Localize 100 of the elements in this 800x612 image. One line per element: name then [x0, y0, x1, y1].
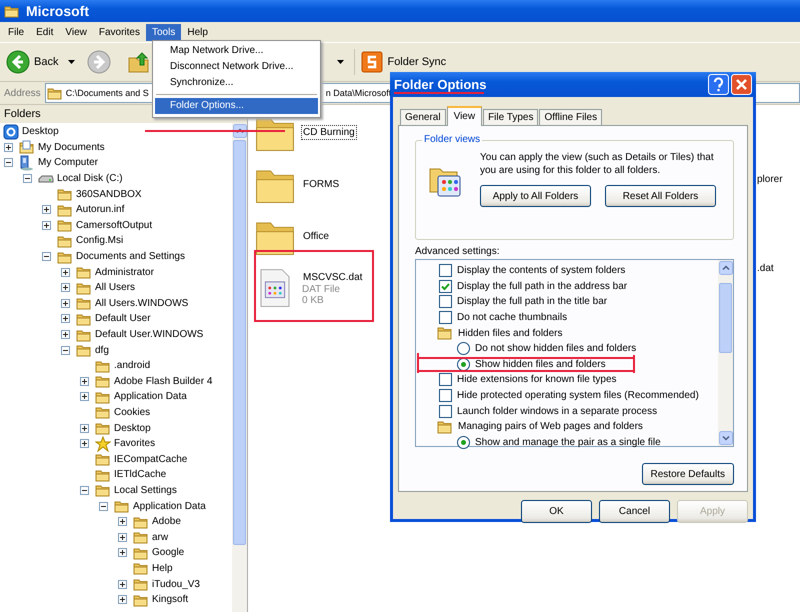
file-name[interactable]: .dat [757, 263, 800, 274]
tree-item[interactable]: iTudou_V3 [152, 578, 200, 590]
tree-item[interactable]: IECompatCache [114, 454, 188, 465]
checkbox[interactable] [439, 404, 452, 418]
folder-icon [437, 326, 453, 340]
radio-button[interactable] [457, 436, 470, 449]
tab[interactable]: File Types [483, 109, 538, 125]
tree-item[interactable]: Default User [95, 313, 151, 324]
address-text: n Data\Microsoft [326, 88, 392, 98]
file-size: 0 KB [302, 294, 325, 306]
tree-item[interactable]: Documents and Settings [76, 251, 185, 262]
dialog-title: Folder Options [394, 77, 488, 92]
s-icon [361, 51, 384, 73]
tree-item[interactable]: All Users [95, 282, 136, 294]
folder-view-button[interactable]: Apply to All Folders [480, 185, 591, 207]
setting-label[interactable]: Do not show hidden files and folders [475, 343, 636, 354]
caret-icon[interactable] [337, 60, 344, 64]
tree-item[interactable]: Adobe Flash Builder 4 [114, 376, 212, 387]
radio-button[interactable] [457, 358, 470, 371]
tree-item[interactable]: Desktop [114, 422, 151, 434]
close-icon[interactable] [731, 74, 752, 95]
setting-label[interactable]: Launch folder windows in a separate process [457, 406, 658, 417]
menu-item[interactable]: Favorites [92, 24, 146, 40]
scrollbar[interactable] [718, 260, 733, 446]
tree-item[interactable]: Desktop [22, 126, 59, 138]
setting-label[interactable]: Do not cache thumbnails [457, 312, 568, 324]
file-name[interactable]: MSCVSC.dat [302, 270, 364, 284]
tree-item[interactable]: dfg [95, 344, 109, 356]
menu-item[interactable]: Help [181, 24, 214, 40]
restore-defaults-button[interactable]: Restore Defaults [642, 463, 734, 485]
caret-icon[interactable] [68, 60, 76, 64]
menu-item[interactable]: Map Network Drive... [155, 43, 318, 59]
setting-label[interactable]: Display the full path in the title bar [457, 296, 608, 308]
tree-item[interactable]: Administrator [95, 266, 154, 278]
window-title: Microsoft [26, 3, 89, 19]
menu-item[interactable]: Folder Options... [155, 98, 318, 114]
file-type: DAT File [302, 284, 341, 294]
tree-item[interactable]: CamersoftOutput [76, 220, 152, 231]
back-button[interactable]: Back [4, 48, 60, 76]
checkbox[interactable] [439, 280, 452, 293]
tree-item[interactable]: Cookies [114, 406, 150, 418]
tree-item[interactable]: Google [152, 547, 184, 558]
pane-title: Folders [4, 108, 41, 120]
checkbox[interactable] [439, 389, 452, 402]
tree-item[interactable]: Help [152, 562, 173, 574]
up-folder-icon[interactable] [127, 50, 152, 74]
tree-item[interactable]: Local Settings [114, 484, 177, 496]
tree-item[interactable]: arw [152, 532, 168, 543]
setting-label: Managing pairs of Web pages and folders [458, 421, 643, 432]
tree-item[interactable]: All Users.WINDOWS [95, 298, 188, 309]
file-name[interactable]: plorer [757, 174, 800, 185]
menu-item[interactable]: Synchronize... [155, 75, 318, 91]
setting-label[interactable]: Hide extensions for known file types [457, 374, 617, 386]
scroll-down-icon[interactable] [718, 431, 732, 445]
tree-item[interactable]: Default User.WINDOWS [95, 329, 204, 340]
dialog-button[interactable]: OK [521, 500, 592, 523]
scroll-up-icon[interactable] [718, 261, 732, 275]
checkbox[interactable] [439, 264, 452, 278]
tab[interactable]: General [400, 109, 446, 125]
scrollbar[interactable] [232, 123, 247, 612]
tab[interactable]: View [446, 106, 482, 126]
help-icon[interactable] [708, 74, 729, 95]
tree-item[interactable]: Autorun.inf [76, 204, 124, 216]
menu-item[interactable]: Tools [146, 24, 182, 40]
description-text: You can apply the view (such as Details or Tiles) that you are using for this folder to all folders. [480, 151, 715, 177]
tab[interactable]: Offline Files [539, 109, 602, 125]
tree-item[interactable]: Config.Msi [76, 235, 124, 246]
checkbox[interactable] [439, 311, 452, 324]
menu-item[interactable]: File [2, 24, 30, 40]
tree-item[interactable]: Application Data [114, 391, 187, 402]
address-label: Address [4, 88, 41, 98]
scroll-thumb[interactable] [719, 283, 732, 353]
setting-label[interactable]: Display the full path in the address bar [457, 280, 628, 292]
tree-item[interactable]: Kingsoft [152, 594, 188, 606]
checkbox[interactable] [439, 373, 452, 386]
file-name[interactable]: Office [302, 230, 330, 242]
tree-item[interactable]: Local Disk (C:) [57, 173, 123, 184]
setting-label[interactable]: Show hidden files and folders [475, 358, 606, 370]
tree-item[interactable]: 360SANDBOX [76, 188, 142, 200]
radio-button[interactable] [457, 342, 470, 356]
folder-view-button[interactable]: Reset All Folders [605, 185, 716, 207]
menu-item[interactable]: View [59, 24, 93, 40]
tree-item[interactable]: Favorites [114, 438, 156, 450]
file-name[interactable]: CD Burning [302, 126, 356, 138]
tree-item[interactable]: Application Data [133, 500, 206, 512]
section-label: Advanced settings: [415, 246, 500, 257]
setting-label[interactable]: Display the contents of system folders [457, 265, 626, 276]
tree-item[interactable]: My Computer [38, 157, 98, 168]
tree-item[interactable]: .android [114, 360, 150, 372]
tree-item[interactable]: Adobe [152, 516, 181, 528]
setting-label[interactable]: Hide protected operating system files (Recommended) [457, 390, 699, 402]
menu-item[interactable]: Edit [30, 24, 60, 40]
scroll-thumb[interactable] [233, 140, 246, 545]
dialog-button[interactable]: Cancel [599, 500, 670, 523]
menu-item[interactable]: Disconnect Network Drive... [155, 59, 318, 75]
checkbox[interactable] [439, 295, 452, 308]
tree-item[interactable]: My Documents [38, 142, 105, 153]
tree-item[interactable]: IETldCache [114, 469, 166, 480]
file-name[interactable]: FORMS [302, 178, 340, 190]
setting-label[interactable]: Show and manage the pair as a single file [475, 436, 661, 448]
